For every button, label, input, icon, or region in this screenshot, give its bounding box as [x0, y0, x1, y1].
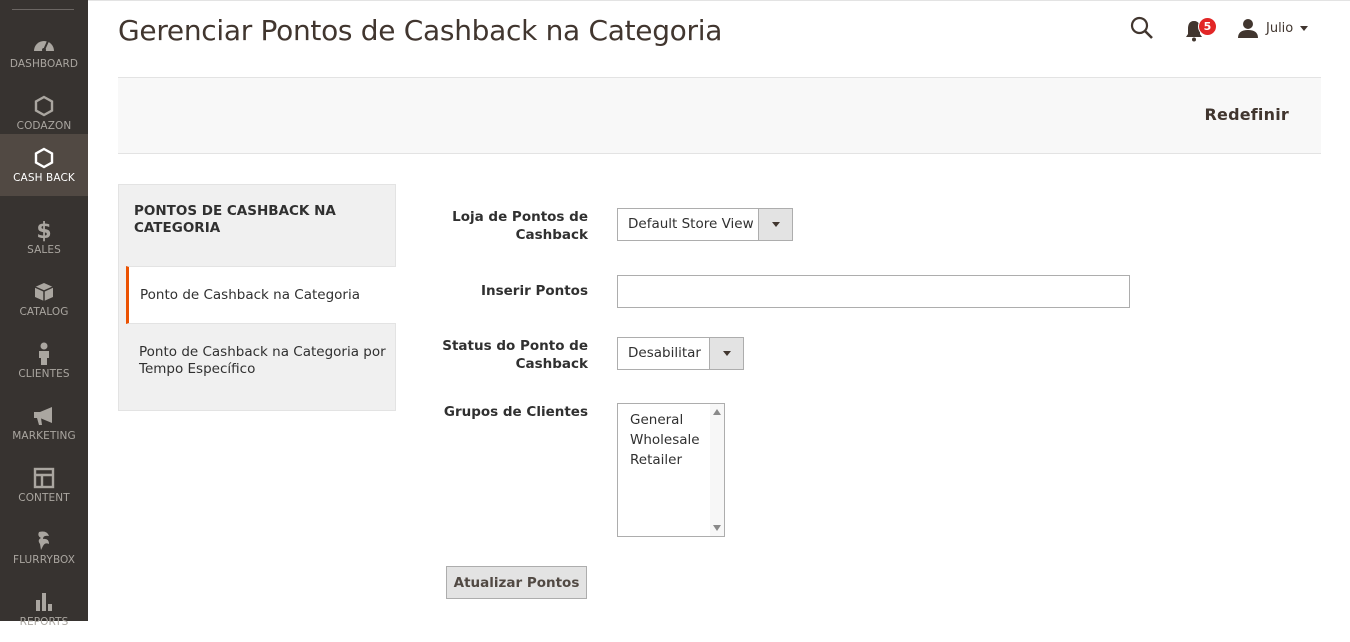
nav-item-clientes[interactable]: CLIENTES — [0, 332, 88, 394]
nav-label: CLIENTES — [18, 368, 70, 380]
nav-item-marketing[interactable]: MARKETING — [0, 394, 88, 456]
nav-label: CONTENT — [18, 492, 70, 504]
nav-item-flurrybox[interactable]: FLURRYBOX — [0, 518, 88, 580]
search-icon[interactable] — [1130, 16, 1154, 40]
sidebar-divider — [12, 9, 74, 10]
nav-item-catalog[interactable]: CATALOG — [0, 270, 88, 332]
chevron-down-icon — [709, 338, 743, 369]
user-menu[interactable]: Julio — [1238, 17, 1309, 39]
dollar-icon: $ — [36, 218, 52, 242]
tabs-title: PONTOS DE CASHBACK NA CATEGORIA — [134, 203, 336, 236]
box-icon — [33, 280, 55, 304]
nav-item-reports[interactable]: REPORTS — [0, 580, 88, 642]
store-select-value: Default Store View — [628, 216, 754, 232]
user-icon — [1238, 19, 1258, 38]
scroll-up-icon[interactable] — [713, 409, 721, 415]
hexagon-icon — [34, 146, 54, 170]
multiselect-scrollbar[interactable] — [710, 404, 724, 536]
update-points-button[interactable]: Atualizar Pontos — [446, 566, 587, 599]
nav-label: FLURRYBOX — [12, 554, 76, 566]
status-select-value: Desabilitar — [628, 345, 701, 361]
chevron-down-icon — [758, 209, 792, 240]
megaphone-icon — [32, 404, 56, 428]
nav-item-dashboard[interactable]: DASHBOARD — [0, 22, 88, 84]
status-field-label: Status do Ponto de Cashback — [442, 338, 588, 372]
tab-label: Ponto de Cashback na Categoria por Tempo… — [139, 344, 386, 377]
tab-label: Ponto de Cashback na Categoria — [140, 287, 360, 303]
tab-ponto-cashback-categoria[interactable]: Ponto de Cashback na Categoria — [126, 266, 396, 324]
multiselect-option[interactable]: Wholesale — [630, 432, 700, 448]
multiselect-option[interactable]: General — [630, 412, 683, 428]
nav-item-sales[interactable]: $ SALES — [0, 208, 88, 270]
nav-label: CASH BACK — [13, 172, 75, 184]
top-border — [88, 0, 1350, 4]
flurry-icon — [35, 528, 53, 552]
nav-label: MARKETING — [12, 430, 76, 442]
points-input[interactable] — [617, 275, 1130, 308]
customer-groups-multiselect[interactable]: General Wholesale Retailer — [617, 403, 725, 537]
reset-button[interactable]: Redefinir — [1205, 105, 1290, 124]
nav-item-cash-back[interactable]: CASH BACK — [0, 134, 88, 196]
scroll-down-icon[interactable] — [713, 525, 721, 531]
person-icon — [36, 342, 52, 366]
nav-label: SALES — [27, 244, 61, 256]
page-actions-bar: Redefinir — [118, 77, 1321, 154]
notification-count-badge[interactable]: 5 — [1198, 17, 1217, 36]
nav-label: REPORTS — [19, 616, 69, 628]
layout-icon — [33, 466, 55, 490]
nav-item-content[interactable]: CONTENT — [0, 456, 88, 518]
nav-label: DASHBOARD — [9, 58, 79, 70]
nav-label: CODAZON — [16, 120, 72, 132]
user-name: Julio — [1266, 20, 1294, 36]
hexagon-icon — [34, 94, 54, 118]
tab-ponto-cashback-tempo-especifico[interactable]: Ponto de Cashback na Categoria por Tempo… — [126, 344, 396, 394]
bar-chart-icon — [33, 590, 55, 614]
groups-field-label: Grupos de Clientes — [443, 404, 588, 420]
page-title: Gerenciar Pontos de Cashback na Categori… — [118, 14, 723, 47]
dashboard-icon — [32, 32, 56, 56]
store-select[interactable]: Default Store View — [617, 208, 793, 241]
nav-label: CATALOG — [19, 306, 69, 318]
chevron-down-icon — [1300, 25, 1309, 31]
admin-sidebar: DASHBOARD CODAZON CASH BACK $ SALES CATA… — [0, 0, 88, 628]
points-field-label: Inserir Pontos — [480, 283, 588, 299]
status-select[interactable]: Desabilitar — [617, 337, 744, 370]
multiselect-option[interactable]: Retailer — [630, 452, 682, 468]
svg-text:$: $ — [36, 219, 51, 242]
side-tabs: PONTOS DE CASHBACK NA CATEGORIA Ponto de… — [118, 184, 396, 411]
store-field-label: Loja de Pontos de Cashback — [452, 209, 588, 243]
